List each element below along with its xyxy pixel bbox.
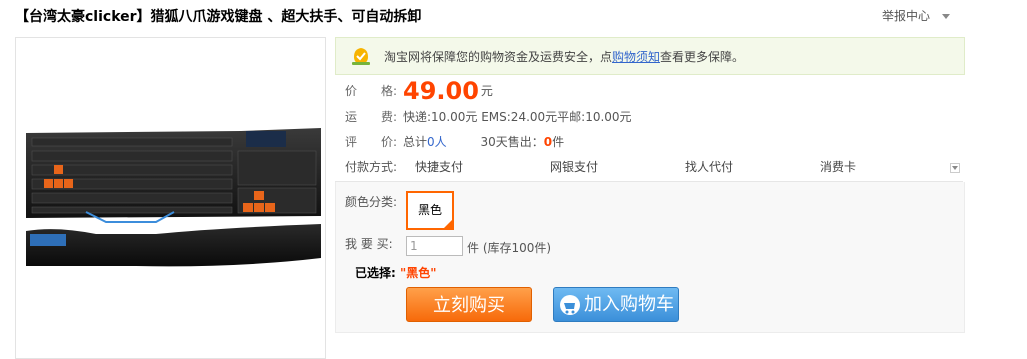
chevron-down-icon[interactable] (950, 163, 960, 173)
quantity-label: 我 要 买: (345, 237, 393, 251)
guarantee-main-text: 淘宝网将保障您的购物资金及运费安全，点 (384, 50, 613, 64)
payment-option-quick[interactable]: 快捷支付 (415, 158, 463, 175)
shield-hand-icon (352, 48, 370, 65)
sold-count: 0 (543, 135, 553, 149)
sold-prefix: 30天售出： (480, 135, 544, 149)
color-option-label: 黑色 (417, 203, 442, 217)
shipping-value: 快递:10.00元 EMS:24.00元平邮:10.00元 (403, 110, 632, 124)
product-image[interactable] (15, 37, 326, 359)
stock-text: 件 (库存100件) (467, 241, 552, 255)
selected-label: 已选择: (355, 266, 396, 280)
color-option-black[interactable]: 黑色 (406, 191, 454, 230)
guarantee-banner: 淘宝网将保障您的购物资金及运费安全，点购物须知查看更多保障。 (335, 37, 965, 75)
payment-option-bank[interactable]: 网银支付 (550, 158, 598, 175)
cart-icon (560, 295, 580, 315)
payment-option-friend[interactable]: 找人代付 (685, 158, 733, 175)
color-label: 颜色分类: (345, 195, 398, 209)
payment-methods: 付款方式: 快捷支付 网银支付 找人代付 消费卡 (335, 153, 963, 182)
review-count-link[interactable]: 0人 (427, 135, 447, 149)
buy-now-button[interactable]: 立刻购买 (406, 287, 532, 322)
sold-unit: 件 (552, 135, 565, 149)
guarantee-tail-text: 查看更多保障。 (660, 50, 745, 64)
selected-value: "黑色" (400, 266, 437, 280)
shipping-label: 运 费: (345, 110, 398, 124)
shipping-row: 运 费: 快递:10.00元 EMS:24.00元平邮:10.00元 (345, 108, 632, 125)
selected-check-icon (444, 220, 452, 228)
payment-label: 付款方式: (345, 160, 398, 174)
selected-row: 已选择: "黑色" (355, 264, 437, 281)
price-value: 49.00 (403, 77, 479, 105)
review-label: 评 价: (345, 135, 398, 149)
review-row: 评 价: 总计0人 30天售出：0件 (345, 133, 564, 150)
add-to-cart-label: 加入购物车 (584, 294, 674, 315)
chevron-down-icon (942, 14, 951, 19)
quantity-input[interactable]: 1 (406, 236, 463, 256)
price-unit: 元 (480, 83, 493, 98)
payment-option-card[interactable]: 消费卡 (820, 158, 856, 175)
add-to-cart-button[interactable]: 加入购物车 (553, 287, 679, 322)
shopping-notice-link[interactable]: 购物须知 (612, 50, 660, 64)
guarantee-text: 淘宝网将保障您的购物资金及运费安全，点购物须知查看更多保障。 (384, 48, 744, 65)
report-center-link[interactable]: 举报中心 (882, 7, 951, 24)
price-row: 价 格: 49.00 元 (345, 77, 493, 105)
review-total-prefix: 总计 (403, 135, 428, 149)
keyboard-image (26, 128, 321, 267)
report-label: 举报中心 (882, 9, 931, 23)
price-label: 价 格: (345, 83, 398, 98)
product-title: 【台湾太豪clicker】猎狐八爪游戏键盘 、超大扶手、可自动拆卸 (15, 9, 422, 25)
